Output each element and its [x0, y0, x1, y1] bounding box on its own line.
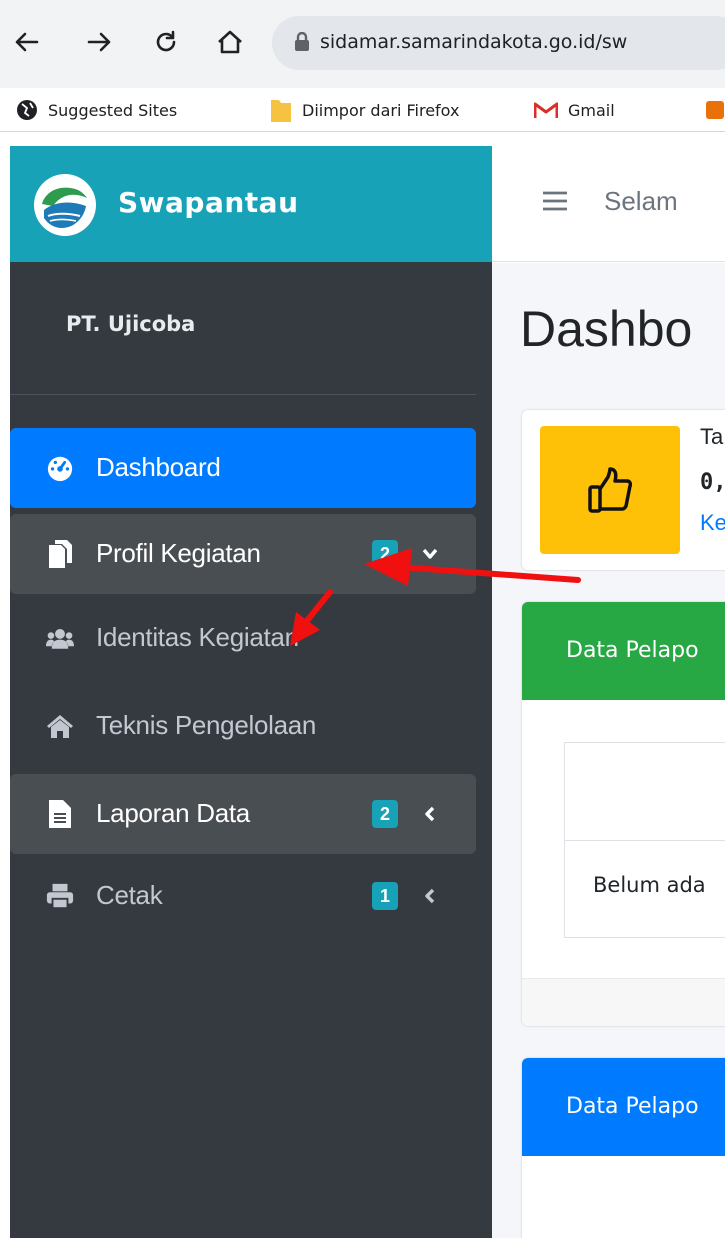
sidebar: Swapantau PT. Ujicoba Dashboard Profil K… — [10, 146, 492, 1238]
sidebar-item-laporan-data[interactable]: Laporan Data 2 — [10, 774, 476, 854]
page-title: Dashbo — [520, 301, 693, 357]
back-button[interactable] — [8, 24, 44, 60]
report-card-1: Data Pelapo Belum ada — [522, 602, 725, 1026]
sidebar-item-dashboard[interactable]: Dashboard — [10, 428, 476, 508]
top-navbar: Selam — [492, 146, 725, 262]
info-box-label: Ta — [700, 424, 724, 449]
info-box: Ta 0, Ke — [522, 410, 725, 570]
chevron-down-icon — [418, 540, 442, 568]
tachometer-icon — [46, 452, 74, 484]
home-icon — [46, 710, 74, 742]
bookmark-gmail[interactable]: Gmail — [534, 96, 615, 124]
print-icon — [46, 880, 74, 912]
logo-icon — [36, 176, 94, 234]
brand-logo — [34, 174, 96, 236]
sidebar-item-cetak[interactable]: Cetak 1 — [10, 856, 476, 936]
bookmark-suggested-sites[interactable]: Suggested Sites — [16, 96, 177, 124]
chevron-left-icon — [418, 800, 442, 828]
brand-name: Swapantau — [118, 186, 299, 219]
home-button[interactable] — [212, 24, 248, 60]
sidebar-item-label: Teknis Pengelolaan — [96, 710, 317, 740]
welcome-text: Selam — [604, 186, 678, 216]
copy-icon — [46, 538, 74, 570]
card-header: Data Pelapo — [522, 1058, 725, 1156]
forward-button[interactable] — [82, 24, 118, 60]
hamburger-menu-icon[interactable] — [542, 190, 568, 217]
bookmark-icon — [704, 99, 725, 121]
brand-link[interactable]: Swapantau — [10, 146, 492, 262]
count-badge: 2 — [372, 800, 398, 828]
file-icon — [46, 798, 74, 830]
folder-icon — [270, 97, 292, 123]
arrow-right-icon — [87, 32, 111, 52]
report-card-2: Data Pelapo — [522, 1058, 725, 1238]
bookmark-folder-firefox[interactable]: Diimpor dari Firefox — [270, 96, 459, 124]
sidebar-divider — [10, 394, 476, 395]
address-bar[interactable]: sidamar.samarindakota.go.id/sw — [272, 16, 725, 70]
info-box-link[interactable]: Ke — [700, 510, 725, 536]
url-text: sidamar.samarindakota.go.id/sw — [320, 31, 628, 53]
info-box-number: 0, — [700, 470, 725, 495]
gmail-icon — [534, 101, 558, 119]
house-outline-icon — [218, 30, 242, 54]
card-title: Data Pelapo — [566, 638, 699, 663]
count-badge: 2 — [372, 540, 398, 568]
sidebar-item-label: Dashboard — [96, 452, 221, 482]
card-header: Data Pelapo — [522, 602, 725, 700]
table-cell-empty: Belum ada — [593, 873, 706, 897]
sidebar-item-teknis-pengelolaan[interactable]: Teknis Pengelolaan — [10, 686, 476, 766]
bookmark-extra[interactable] — [704, 96, 725, 124]
sidebar-item-label: Cetak — [96, 880, 163, 910]
card-title: Data Pelapo — [566, 1094, 699, 1119]
reload-icon — [156, 30, 176, 52]
reload-button[interactable] — [148, 24, 184, 60]
sidebar-item-label: Identitas Kegiatan — [96, 622, 299, 652]
chevron-left-icon — [418, 882, 442, 910]
thumbs-up-icon — [540, 426, 680, 554]
lock-icon — [295, 32, 309, 51]
users-icon — [46, 622, 74, 654]
arrow-left-icon — [15, 32, 39, 52]
table-row-divider — [565, 840, 725, 841]
user-name[interactable]: PT. Ujicoba — [66, 312, 195, 336]
count-badge: 1 — [372, 882, 398, 910]
data-table: Belum ada — [564, 742, 725, 938]
sidebar-item-label: Laporan Data — [96, 798, 250, 828]
bookmarks-bar: Suggested Sites Diimpor dari Firefox Gma… — [0, 88, 725, 132]
sidebar-item-label: Profil Kegiatan — [96, 538, 261, 568]
globe-icon — [16, 99, 38, 121]
browser-toolbar: sidamar.samarindakota.go.id/sw — [0, 0, 725, 88]
sidebar-item-profil-kegiatan[interactable]: Profil Kegiatan 2 — [10, 514, 476, 594]
card-footer — [522, 978, 725, 1026]
sidebar-item-identitas-kegiatan[interactable]: Identitas Kegiatan — [10, 598, 476, 678]
